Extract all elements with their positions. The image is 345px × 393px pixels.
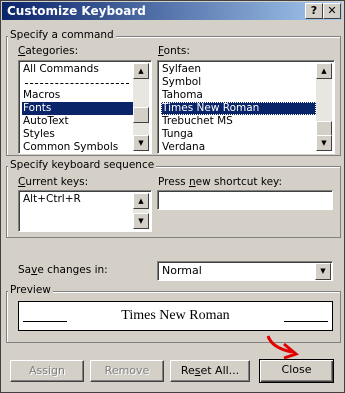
scroll-up-icon[interactable]: ▲ [133,63,149,79]
fonts-listbox[interactable]: Sylfaen Symbol Tahoma Times New Roman Tr… [157,60,335,154]
remove-button[interactable]: Remove [90,360,164,382]
close-icon[interactable]: ✕ [323,3,341,19]
current-keys-listbox[interactable]: Alt+Ctrl+R ▲ ▼ [18,190,152,232]
save-changes-label: Save changes in: [18,264,108,276]
annotation-arrow-icon [266,335,300,360]
font-item-verdana[interactable]: Verdana [161,141,316,153]
save-changes-value: Normal [162,264,202,277]
close-button[interactable]: Close [259,359,334,383]
scroll-thumb[interactable] [133,107,149,123]
window-title: Customize Keyboard [7,4,146,18]
font-item-trebuchet-ms[interactable]: Trebuchet MS [161,115,316,128]
preview-label: Preview [8,284,53,296]
current-key-item[interactable]: Alt+Ctrl+R [22,193,133,206]
font-item-times-new-roman[interactable]: Times New Roman [161,102,316,115]
category-item-styles[interactable]: Styles [22,128,133,141]
fonts-scrollbar[interactable]: ▲ ▼ [316,63,332,151]
chevron-down-icon[interactable]: ▼ [315,263,331,280]
current-keys-label: Current keys: [18,176,89,188]
current-keys-scrollbar[interactable]: ▲ ▼ [133,193,149,229]
scroll-up-icon[interactable]: ▲ [133,193,149,209]
new-shortcut-label: Press new shortcut key: [158,176,283,188]
keyboard-group-label: Specify keyboard sequence [8,159,157,171]
font-item-symbol[interactable]: Symbol [161,76,316,89]
preview-box: Times New Roman [18,301,333,331]
title-bar[interactable]: Customize Keyboard ? ✕ [2,2,342,20]
scroll-down-icon[interactable]: ▼ [316,135,332,151]
categories-scrollbar[interactable]: ▲ ▼ [133,63,149,151]
font-item-tahoma[interactable]: Tahoma [161,89,316,102]
scroll-down-icon[interactable]: ▼ [133,135,149,151]
category-separator [25,83,129,84]
scroll-up-icon[interactable]: ▲ [316,63,332,79]
command-group-label: Specify a command [8,29,116,41]
category-item-macros[interactable]: Macros [22,89,133,102]
font-item-tunga[interactable]: Tunga [161,128,316,141]
scroll-down-icon[interactable]: ▼ [133,213,149,229]
save-changes-select[interactable]: Normal ▼ [157,261,333,281]
category-item-all-commands[interactable]: All Commands [22,63,133,76]
categories-label: Categories: [18,45,79,57]
help-button[interactable]: ? [305,3,323,19]
category-item-common-symbols[interactable]: Common Symbols [22,141,133,153]
reset-all-button[interactable]: Reset All... [170,360,250,382]
assign-button[interactable]: Assign [10,360,84,382]
preview-rule-right [284,321,328,322]
new-shortcut-input[interactable] [157,190,333,210]
categories-listbox[interactable]: All Commands Macros Fonts AutoText Style… [18,60,152,154]
font-item-sylfaen[interactable]: Sylfaen [161,63,316,76]
category-item-fonts[interactable]: Fonts [22,102,133,115]
category-item-autotext[interactable]: AutoText [22,115,133,128]
fonts-label: Fonts: [158,45,190,57]
